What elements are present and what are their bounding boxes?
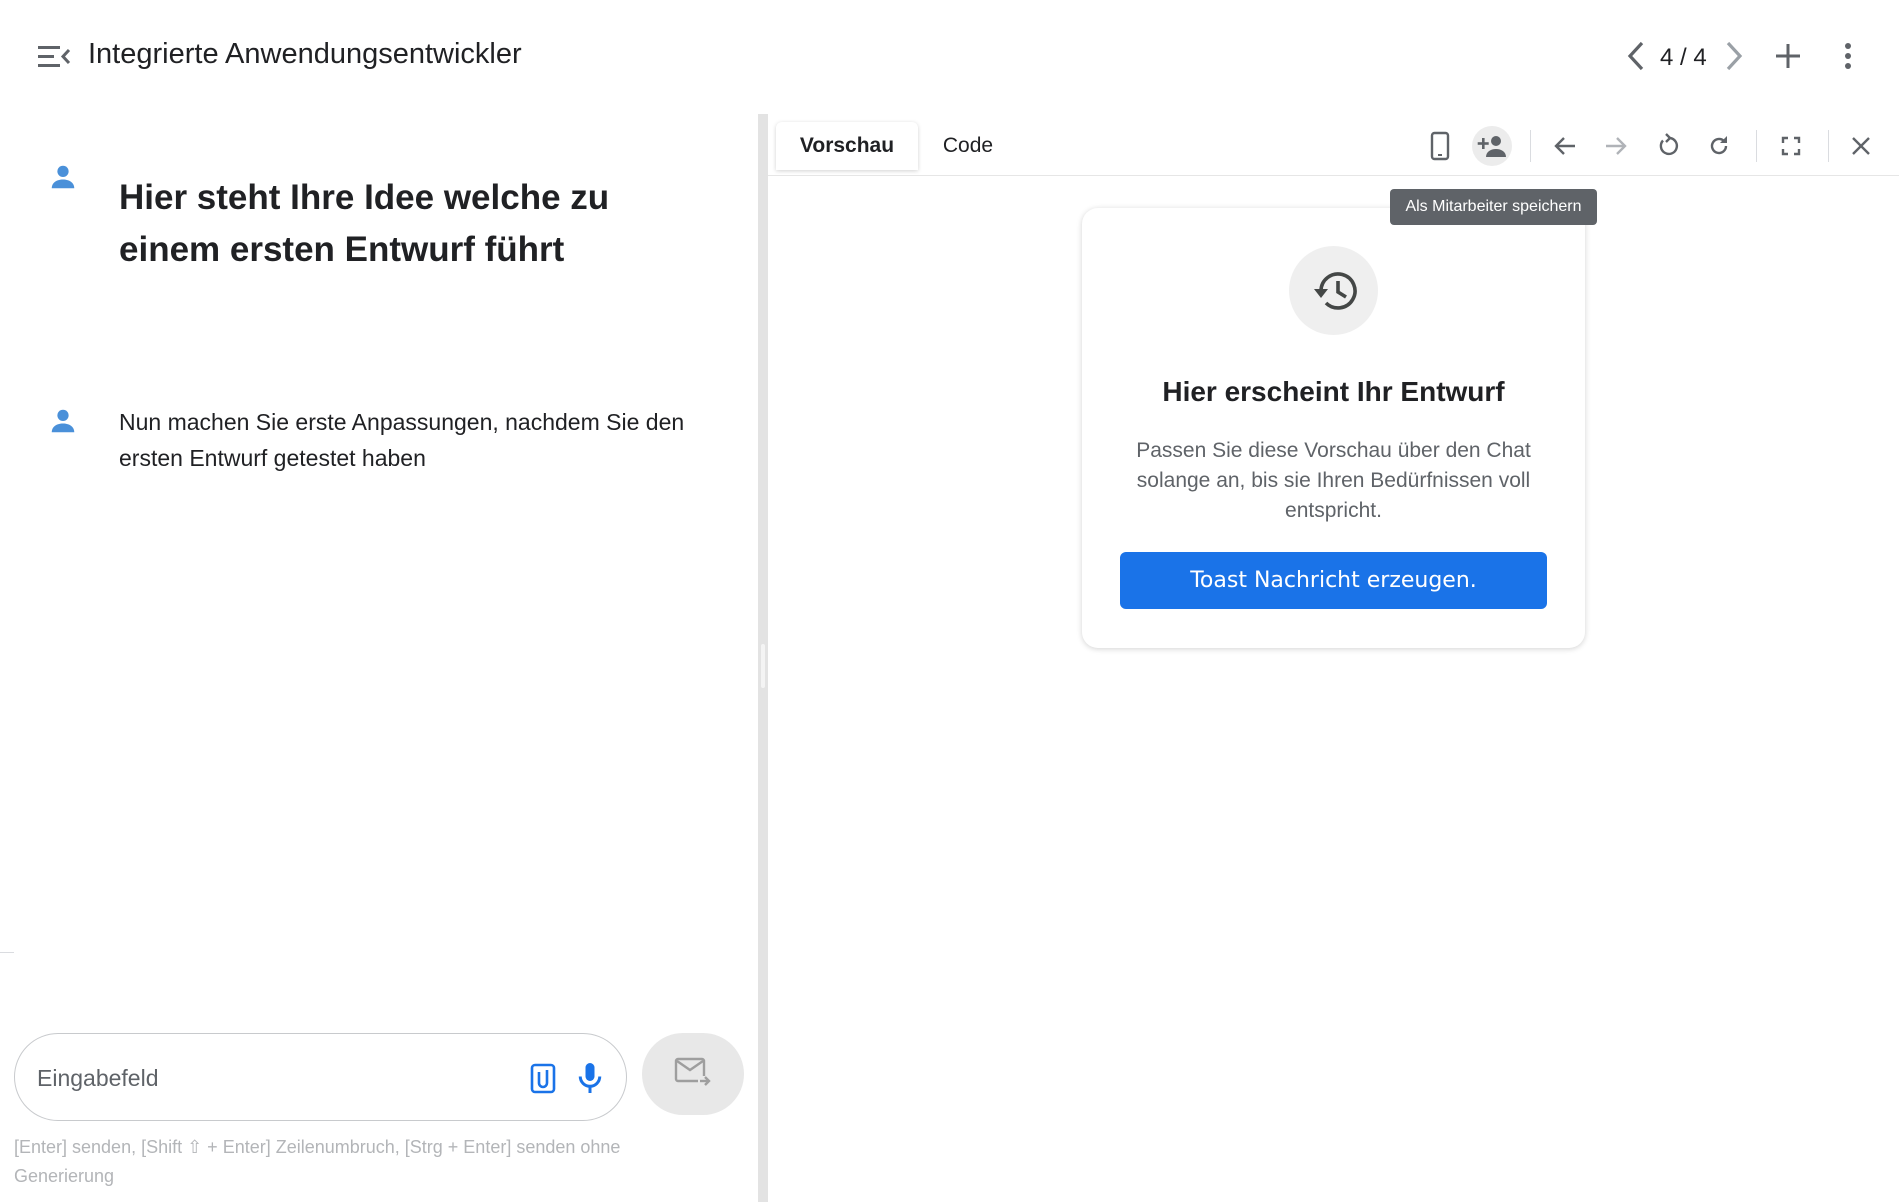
resize-grip — [761, 644, 765, 688]
plus-icon[interactable] — [1770, 38, 1806, 74]
tab-vorschau[interactable]: Vorschau — [776, 122, 918, 170]
tooltip: Als Mitarbeiter speichern — [1390, 189, 1597, 225]
fullscreen-icon[interactable] — [1771, 126, 1811, 166]
panel-resize-handle[interactable] — [758, 114, 768, 1202]
attach-file-icon[interactable] — [525, 1060, 561, 1096]
arrow-back-icon[interactable] — [1545, 126, 1585, 166]
preview-toolbar: Vorschau Code — [768, 114, 1899, 176]
history-icon-circle — [1289, 246, 1378, 335]
preview-card: Hier erscheint Ihr Entwurf Passen Sie di… — [1082, 208, 1585, 648]
page-counter: 4 / 4 — [1660, 44, 1707, 71]
keyboard-hint: [Enter] senden, [Shift ⇧ + Enter] Zeilen… — [14, 1137, 621, 1186]
send-button[interactable] — [642, 1033, 744, 1115]
tab-code[interactable]: Code — [918, 122, 1018, 170]
card-title: Hier erscheint Ihr Entwurf — [1162, 376, 1505, 407]
menu-collapse-icon[interactable] — [36, 42, 72, 72]
person-add-icon[interactable] — [1472, 126, 1512, 166]
chat-input-container — [14, 1033, 627, 1121]
chat-input[interactable] — [37, 1058, 507, 1098]
close-icon[interactable] — [1841, 126, 1881, 166]
refresh-icon[interactable] — [1699, 126, 1739, 166]
restart-icon[interactable] — [1648, 126, 1688, 166]
card-description: Passen Sie diese Vorschau über den Chat … — [1136, 439, 1531, 522]
chevron-right-icon[interactable] — [1716, 38, 1752, 74]
more-vert-icon[interactable] — [1830, 38, 1866, 74]
smartphone-icon[interactable] — [1420, 126, 1460, 166]
chat-message-text: Nun machen Sie erste Anpassungen, nachde… — [119, 409, 685, 471]
toast-button[interactable]: Toast Nachricht erzeugen. — [1120, 552, 1547, 609]
person-icon — [48, 406, 78, 436]
app-header: Integrierte Anwendungsentwickler 4 / 4 — [0, 0, 1899, 114]
toolbar-separator — [1756, 130, 1757, 162]
mic-icon[interactable] — [572, 1060, 608, 1096]
history-icon — [1313, 271, 1357, 310]
arrow-forward-icon[interactable] — [1596, 126, 1636, 166]
toolbar-separator — [1530, 130, 1531, 162]
person-icon — [48, 162, 78, 192]
divider-line — [0, 952, 14, 953]
app-title: Integrierte Anwendungsentwickler — [88, 38, 522, 70]
send-mail-icon — [674, 1056, 712, 1093]
chevron-left-icon[interactable] — [1618, 38, 1654, 74]
chat-message-text: Hier steht Ihre Idee welche zu einem ers… — [119, 178, 610, 269]
toolbar-separator — [1828, 130, 1829, 162]
